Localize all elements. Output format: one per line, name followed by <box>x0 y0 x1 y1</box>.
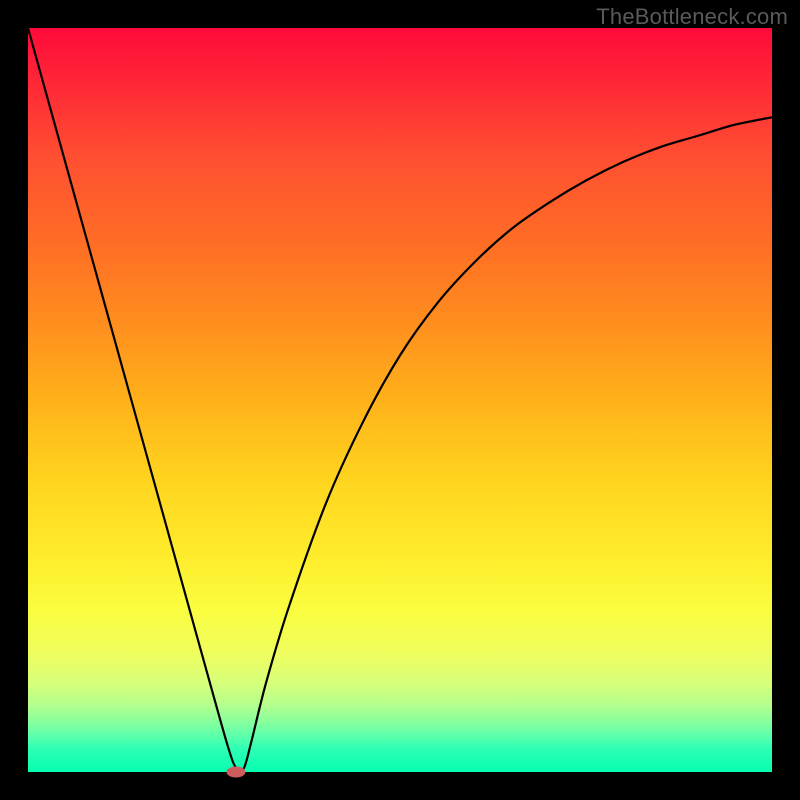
chart-area <box>28 28 772 772</box>
bottleneck-curve <box>28 28 772 772</box>
minimum-marker <box>227 767 246 778</box>
watermark-text: TheBottleneck.com <box>596 4 788 30</box>
